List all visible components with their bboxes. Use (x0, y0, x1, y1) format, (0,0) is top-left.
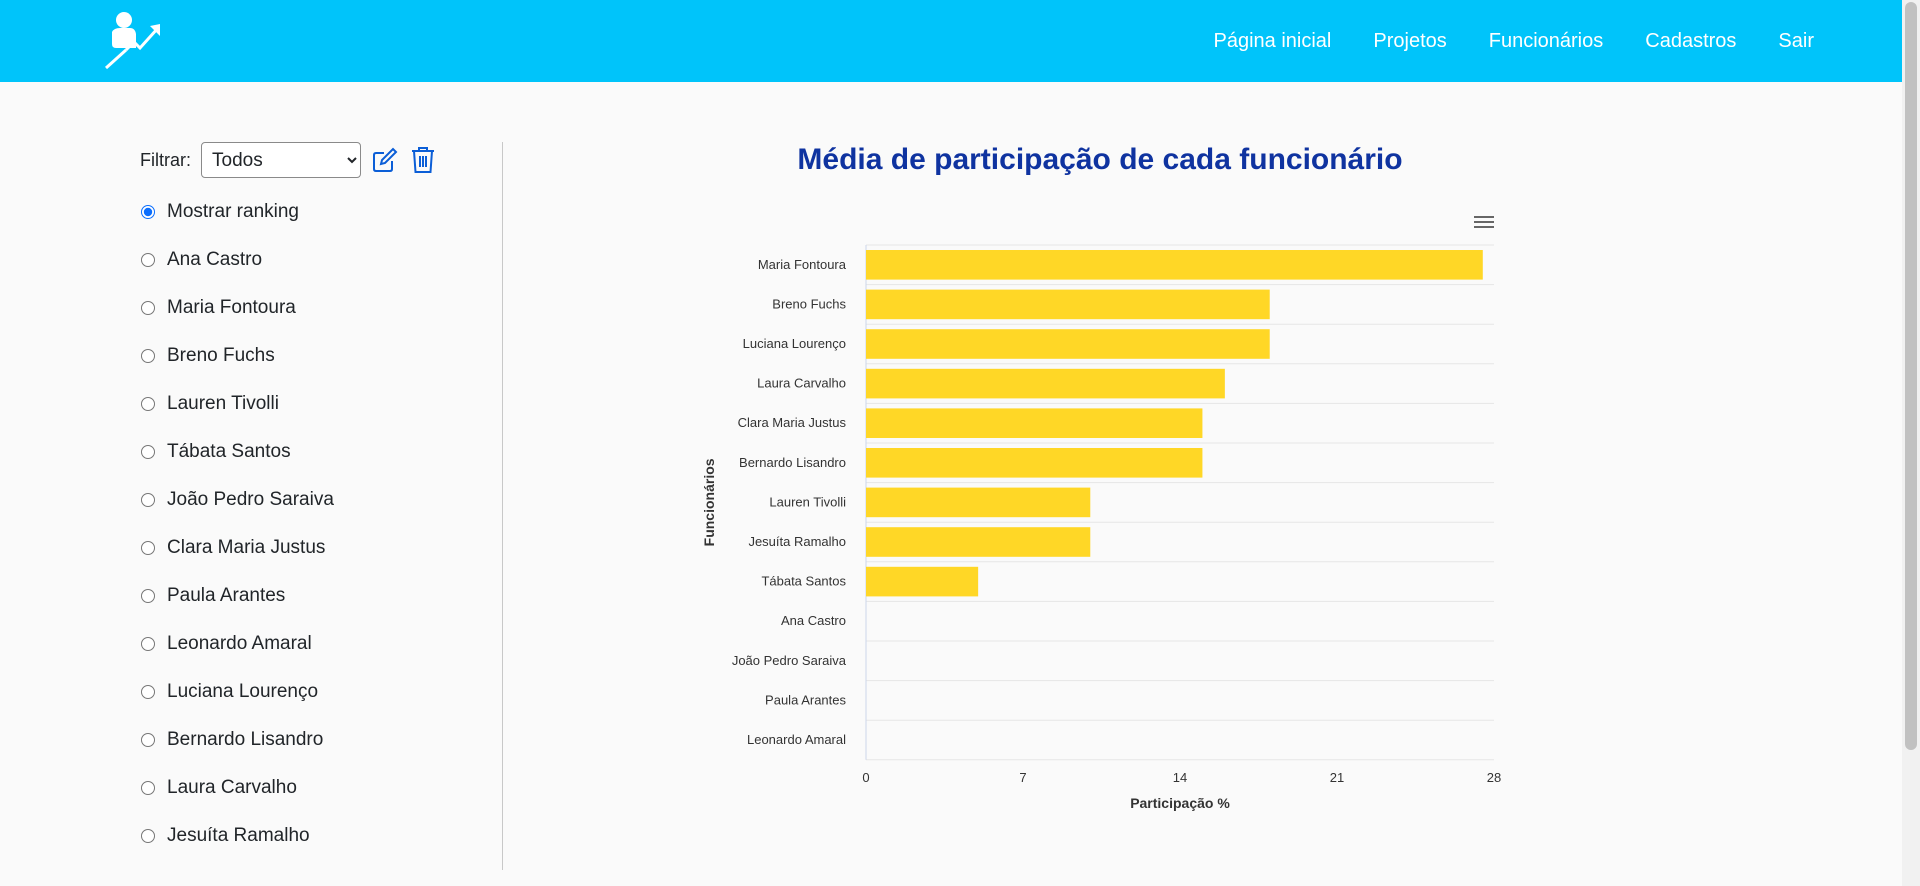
y-tick-label: Laura Carvalho (757, 376, 846, 391)
radio-option-employee[interactable]: Luciana Lourenço (140, 668, 440, 716)
radio-option-employee[interactable]: Lauren Tivolli (140, 380, 440, 428)
radio-button[interactable] (141, 829, 155, 843)
y-tick-label: Tábata Santos (761, 574, 846, 589)
nav-link-projects[interactable]: Projetos (1373, 30, 1446, 53)
employee-radio-list: Mostrar ranking Ana Castro Maria Fontoura B… (140, 188, 440, 860)
radio-label: Clara Maria Justus (167, 537, 326, 558)
radio-option-employee[interactable]: Jesuíta Ramalho (140, 812, 440, 860)
y-tick-label: Leonardo Amaral (747, 732, 846, 747)
x-tick-label: 0 (862, 770, 869, 785)
radio-option-employee[interactable]: Paula Arantes (140, 572, 440, 620)
chart-area: Maria Fontoura Breno Fuchs Luciana Lourenç… (680, 205, 1520, 835)
x-tick-label: 28 (1487, 770, 1501, 785)
bar[interactable] (866, 487, 1091, 518)
y-tick-label: Bernardo Lisandro (739, 455, 846, 470)
radio-option-employee[interactable]: Leonardo Amaral (140, 620, 440, 668)
radio-option-ranking[interactable]: Mostrar ranking (140, 188, 440, 236)
divider (502, 142, 503, 870)
y-tick-label: Clara Maria Justus (738, 415, 847, 430)
y-tick-label: Jesuíta Ramalho (748, 534, 846, 549)
radio-label: Lauren Tivolli (167, 393, 279, 414)
x-tick-label: 7 (1019, 770, 1026, 785)
y-axis-title: Funcionários (701, 458, 717, 546)
bar[interactable] (866, 566, 979, 597)
bar[interactable] (866, 408, 1203, 438)
radio-label: Ana Castro (167, 249, 263, 270)
x-axis-title: Participação % (1130, 795, 1230, 811)
filter-row: Filtrar: Todos (140, 140, 440, 180)
radio-label: Bernardo Lisandro (167, 729, 324, 750)
radio-button[interactable] (141, 541, 155, 555)
radio-button[interactable] (141, 637, 155, 651)
bar[interactable] (866, 329, 1270, 359)
radio-button[interactable] (141, 301, 155, 315)
nav-link-logout[interactable]: Sair (1778, 30, 1814, 53)
main-nav: Página inicial Projetos Funcionários Cad… (1172, 0, 1814, 82)
bar[interactable] (866, 527, 1091, 557)
y-tick-label: Maria Fontoura (758, 257, 847, 272)
sidebar: Filtrar: Todos Mostrar ranking Ana Castro… (140, 140, 440, 860)
radio-option-employee[interactable]: Breno Fuchs (140, 332, 440, 380)
radio-label: Luciana Lourenço (167, 681, 319, 702)
x-tick-label: 14 (1173, 770, 1187, 785)
filter-label: Filtrar: (140, 149, 191, 170)
navbar: Página inicial Projetos Funcionários Cad… (0, 0, 1902, 82)
radio-button[interactable] (141, 733, 155, 747)
radio-button[interactable] (141, 685, 155, 699)
radio-label: Tábata Santos (167, 441, 291, 462)
bar-chart: Maria Fontoura Breno Fuchs Luciana Lourenç… (701, 244, 1501, 811)
y-tick-label: Lauren Tivolli (769, 494, 846, 509)
radio-option-employee[interactable]: Bernardo Lisandro (140, 716, 440, 764)
radio-button[interactable] (141, 205, 155, 219)
x-tick-label: 21 (1330, 770, 1344, 785)
y-tick-label: João Pedro Saraiva (732, 653, 847, 668)
nav-link-registrations[interactable]: Cadastros (1645, 30, 1736, 53)
radio-button[interactable] (141, 589, 155, 603)
y-tick-label: Luciana Lourenço (743, 336, 846, 351)
radio-option-employee[interactable]: Laura Carvalho (140, 764, 440, 812)
radio-label: João Pedro Saraiva (167, 489, 334, 510)
radio-label: Jesuíta Ramalho (167, 825, 310, 846)
radio-button[interactable] (141, 781, 155, 795)
edit-icon[interactable] (371, 145, 399, 175)
radio-button[interactable] (141, 349, 155, 363)
nav-link-employees[interactable]: Funcionários (1489, 30, 1604, 53)
chart-title: Média de participação de cada funcionári… (797, 143, 1403, 176)
radio-option-employee[interactable]: Clara Maria Justus (140, 524, 440, 572)
radio-label: Maria Fontoura (167, 297, 296, 318)
y-tick-label: Paula Arantes (765, 692, 846, 707)
radio-option-employee[interactable]: Tábata Santos (140, 428, 440, 476)
radio-label: Mostrar ranking (167, 201, 299, 222)
radio-label: Paula Arantes (167, 585, 286, 606)
logo-icon[interactable] (102, 10, 166, 72)
bar[interactable] (866, 250, 1483, 280)
bar[interactable] (866, 368, 1225, 399)
radio-label: Leonardo Amaral (167, 633, 312, 654)
radio-button[interactable] (141, 253, 155, 267)
radio-button[interactable] (141, 493, 155, 507)
trash-icon[interactable] (409, 145, 437, 175)
filter-select[interactable]: Todos (201, 142, 361, 178)
vertical-scrollbar[interactable] (1902, 0, 1920, 886)
radio-button[interactable] (141, 445, 155, 459)
radio-option-employee[interactable]: Maria Fontoura (140, 284, 440, 332)
y-tick-label: Breno Fuchs (772, 296, 846, 311)
radio-button[interactable] (141, 397, 155, 411)
radio-option-employee[interactable]: Ana Castro (140, 236, 440, 284)
radio-label: Laura Carvalho (167, 777, 297, 798)
radio-label: Breno Fuchs (167, 345, 275, 366)
nav-link-home[interactable]: Página inicial (1214, 30, 1332, 53)
y-tick-label: Ana Castro (781, 613, 846, 628)
scrollbar-thumb[interactable] (1905, 2, 1917, 750)
bar[interactable] (866, 289, 1270, 320)
radio-option-employee[interactable]: João Pedro Saraiva (140, 476, 440, 524)
bar[interactable] (866, 448, 1203, 478)
